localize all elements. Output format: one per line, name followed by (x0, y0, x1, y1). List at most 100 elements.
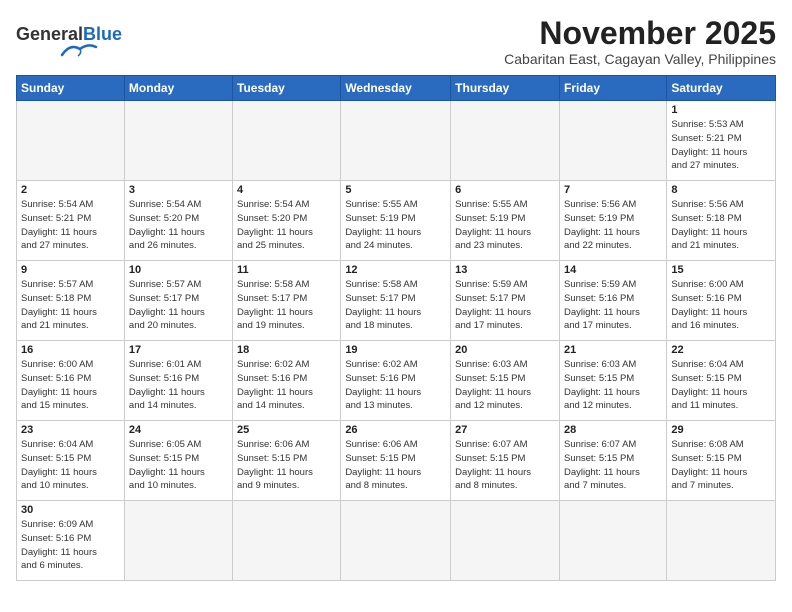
day-info: Sunrise: 6:03 AM Sunset: 5:15 PM Dayligh… (564, 358, 662, 413)
day-number: 2 (21, 184, 120, 196)
calendar-header-friday: Friday (559, 76, 666, 101)
day-number: 28 (564, 424, 662, 436)
day-number: 6 (455, 184, 555, 196)
calendar-cell: 5Sunrise: 5:55 AM Sunset: 5:19 PM Daylig… (341, 181, 451, 261)
day-info: Sunrise: 5:59 AM Sunset: 5:16 PM Dayligh… (564, 278, 662, 333)
day-number: 30 (21, 504, 120, 516)
calendar-cell: 28 Sunrise: 6:07 AM Sunset: 5:15 PM Dayli… (559, 421, 666, 501)
calendar-cell (451, 501, 560, 581)
calendar-header-saturday: Saturday (667, 76, 776, 101)
calendar-week-row: 2 Sunrise: 5:54 AM Sunset: 5:21 PM Daylig… (17, 181, 776, 261)
calendar-cell (124, 501, 232, 581)
day-number: 10 (129, 264, 228, 276)
logo-bird-icon (60, 41, 98, 59)
day-number: 13 (455, 264, 555, 276)
calendar-week-row: 16Sunrise: 6:00 AM Sunset: 5:16 PM Dayli… (17, 341, 776, 421)
day-number: 17 (129, 344, 228, 356)
calendar-week-row: 9 Sunrise: 5:57 AM Sunset: 5:18 PM Daylig… (17, 261, 776, 341)
day-info: Sunrise: 5:53 AM Sunset: 5:21 PM Dayligh… (671, 118, 771, 173)
day-info: Sunrise: 5:54 AM Sunset: 5:21 PM Dayligh… (21, 198, 120, 253)
day-number: 16 (21, 344, 120, 356)
calendar-week-row: 30 Sunrise: 6:09 AM Sunset: 5:16 PM Dayli… (17, 501, 776, 581)
day-info: Sunrise: 5:58 AM Sunset: 5:17 PM Dayligh… (237, 278, 336, 333)
day-info: Sunrise: 6:07 AM Sunset: 5:15 PM Dayligh… (455, 438, 555, 493)
calendar-cell: 8 Sunrise: 5:56 AM Sunset: 5:18 PM Daylig… (667, 181, 776, 261)
calendar-cell: 27 Sunrise: 6:07 AM Sunset: 5:15 PM Dayli… (451, 421, 560, 501)
day-info: Sunrise: 5:56 AM Sunset: 5:19 PM Dayligh… (564, 198, 662, 253)
calendar-cell: 20 Sunrise: 6:03 AM Sunset: 5:15 PM Dayli… (451, 341, 560, 421)
day-number: 24 (129, 424, 228, 436)
day-number: 8 (671, 184, 771, 196)
day-number: 11 (237, 264, 336, 276)
day-number: 29 (671, 424, 771, 436)
day-info: Sunrise: 6:07 AM Sunset: 5:15 PM Dayligh… (564, 438, 662, 493)
day-number: 26 (345, 424, 446, 436)
calendar-cell: 1 Sunrise: 5:53 AM Sunset: 5:21 PM Daylig… (667, 101, 776, 181)
day-info: Sunrise: 6:04 AM Sunset: 5:15 PM Dayligh… (21, 438, 120, 493)
day-info: Sunrise: 5:57 AM Sunset: 5:17 PM Dayligh… (129, 278, 228, 333)
calendar-cell (341, 101, 451, 181)
day-number: 9 (21, 264, 120, 276)
day-info: Sunrise: 6:00 AM Sunset: 5:16 PM Dayligh… (671, 278, 771, 333)
calendar-header-wednesday: Wednesday (341, 76, 451, 101)
calendar-cell: 12Sunrise: 5:58 AM Sunset: 5:17 PM Dayli… (341, 261, 451, 341)
calendar-header-thursday: Thursday (451, 76, 560, 101)
day-info: Sunrise: 5:58 AM Sunset: 5:17 PM Dayligh… (345, 278, 446, 333)
calendar-cell: 3Sunrise: 5:54 AM Sunset: 5:20 PM Daylig… (124, 181, 232, 261)
day-info: Sunrise: 6:02 AM Sunset: 5:16 PM Dayligh… (237, 358, 336, 413)
day-number: 21 (564, 344, 662, 356)
calendar-cell: 14 Sunrise: 5:59 AM Sunset: 5:16 PM Dayli… (559, 261, 666, 341)
day-number: 19 (345, 344, 446, 356)
calendar-cell: 30 Sunrise: 6:09 AM Sunset: 5:16 PM Dayli… (17, 501, 125, 581)
day-number: 14 (564, 264, 662, 276)
calendar-cell: 23Sunrise: 6:04 AM Sunset: 5:15 PM Dayli… (17, 421, 125, 501)
day-info: Sunrise: 5:54 AM Sunset: 5:20 PM Dayligh… (237, 198, 336, 253)
calendar-cell: 13Sunrise: 5:59 AM Sunset: 5:17 PM Dayli… (451, 261, 560, 341)
day-number: 4 (237, 184, 336, 196)
day-number: 1 (671, 104, 771, 116)
calendar-cell: 25Sunrise: 6:06 AM Sunset: 5:15 PM Dayli… (233, 421, 341, 501)
day-info: Sunrise: 6:06 AM Sunset: 5:15 PM Dayligh… (345, 438, 446, 493)
calendar-cell (667, 501, 776, 581)
day-info: Sunrise: 6:01 AM Sunset: 5:16 PM Dayligh… (129, 358, 228, 413)
day-info: Sunrise: 6:09 AM Sunset: 5:16 PM Dayligh… (21, 518, 120, 573)
calendar-cell (341, 501, 451, 581)
calendar-cell (451, 101, 560, 181)
day-number: 20 (455, 344, 555, 356)
day-info: Sunrise: 5:55 AM Sunset: 5:19 PM Dayligh… (455, 198, 555, 253)
day-info: Sunrise: 5:57 AM Sunset: 5:18 PM Dayligh… (21, 278, 120, 333)
calendar-cell (233, 501, 341, 581)
calendar-cell: 15Sunrise: 6:00 AM Sunset: 5:16 PM Dayli… (667, 261, 776, 341)
calendar-week-row: 1 Sunrise: 5:53 AM Sunset: 5:21 PM Daylig… (17, 101, 776, 181)
calendar-cell: 19 Sunrise: 6:02 AM Sunset: 5:16 PM Dayli… (341, 341, 451, 421)
calendar-header-tuesday: Tuesday (233, 76, 341, 101)
day-number: 22 (671, 344, 771, 356)
calendar-cell (233, 101, 341, 181)
day-number: 18 (237, 344, 336, 356)
day-number: 5 (345, 184, 446, 196)
calendar-cell: 17 Sunrise: 6:01 AM Sunset: 5:16 PM Dayli… (124, 341, 232, 421)
calendar-cell: 24 Sunrise: 6:05 AM Sunset: 5:15 PM Dayli… (124, 421, 232, 501)
calendar-cell: 10 Sunrise: 5:57 AM Sunset: 5:17 PM Dayli… (124, 261, 232, 341)
location-subtitle: Cabaritan East, Cagayan Valley, Philippi… (504, 51, 776, 67)
calendar-table: SundayMondayTuesdayWednesdayThursdayFrid… (16, 75, 776, 581)
calendar-cell: 29 Sunrise: 6:08 AM Sunset: 5:15 PM Dayli… (667, 421, 776, 501)
day-info: Sunrise: 6:02 AM Sunset: 5:16 PM Dayligh… (345, 358, 446, 413)
day-number: 27 (455, 424, 555, 436)
day-info: Sunrise: 6:04 AM Sunset: 5:15 PM Dayligh… (671, 358, 771, 413)
calendar-cell: 6 Sunrise: 5:55 AM Sunset: 5:19 PM Daylig… (451, 181, 560, 261)
title-block: November 2025 Cabaritan East, Cagayan Va… (504, 16, 776, 67)
day-info: Sunrise: 6:05 AM Sunset: 5:15 PM Dayligh… (129, 438, 228, 493)
calendar-cell: 9 Sunrise: 5:57 AM Sunset: 5:18 PM Daylig… (17, 261, 125, 341)
calendar-cell: 18 Sunrise: 6:02 AM Sunset: 5:16 PM Dayli… (233, 341, 341, 421)
calendar-cell (17, 101, 125, 181)
calendar-cell: 7Sunrise: 5:56 AM Sunset: 5:19 PM Daylig… (559, 181, 666, 261)
calendar-cell: 2 Sunrise: 5:54 AM Sunset: 5:21 PM Daylig… (17, 181, 125, 261)
day-info: Sunrise: 5:56 AM Sunset: 5:18 PM Dayligh… (671, 198, 771, 253)
day-info: Sunrise: 6:03 AM Sunset: 5:15 PM Dayligh… (455, 358, 555, 413)
calendar-cell (559, 501, 666, 581)
day-info: Sunrise: 6:08 AM Sunset: 5:15 PM Dayligh… (671, 438, 771, 493)
calendar-cell (124, 101, 232, 181)
calendar-header-sunday: Sunday (17, 76, 125, 101)
calendar-cell: 4 Sunrise: 5:54 AM Sunset: 5:20 PM Daylig… (233, 181, 341, 261)
